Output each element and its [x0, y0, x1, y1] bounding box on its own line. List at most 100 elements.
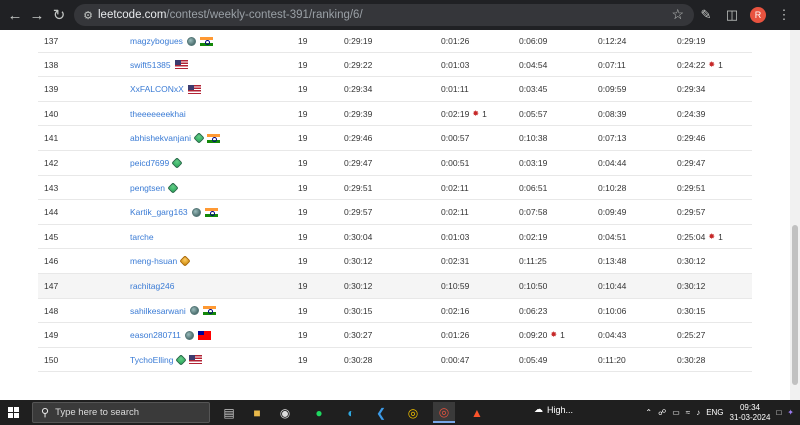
username-link[interactable]: pengtsen [130, 176, 179, 200]
table-row: 137 magzybogues 19 0:29:19 0:01:26 0:06:… [38, 30, 752, 53]
wifi-icon[interactable]: ≈ [686, 408, 690, 417]
q3-time: 0:10:06 [598, 305, 627, 316]
brave-browser-icon[interactable]: ▲ [466, 402, 488, 423]
menu-kebab-icon[interactable]: ⋮ [774, 5, 794, 25]
network-icon[interactable]: ☍ [658, 408, 666, 417]
username-link[interactable]: TychoElling [130, 348, 203, 372]
username-link[interactable]: sahilkesarwani [130, 299, 216, 323]
wrong-count: 1 [718, 231, 723, 242]
username[interactable]: theeeeeeekhai [130, 102, 186, 126]
wrong-submission-icon: ✸ [472, 108, 480, 118]
copilot-icon[interactable]: ✦ [787, 408, 794, 417]
file-explorer-icon[interactable]: ■ [246, 402, 268, 423]
username-link[interactable]: peicd7699 [130, 151, 183, 175]
username[interactable]: swift51385 [130, 53, 171, 77]
q2-time-value: 0:04:54 [519, 59, 548, 70]
username-link[interactable]: magzybogues [130, 30, 213, 53]
q4-time: 0:29:34 [677, 77, 705, 101]
clock-date: 31-03-2024 [729, 412, 771, 422]
finish-time: 0:30:27 [344, 330, 373, 341]
side-panel-icon[interactable]: ◫ [722, 5, 742, 25]
chrome-icon[interactable]: ◎ [402, 402, 424, 423]
chevron-up-icon[interactable]: ⌃ [645, 408, 652, 417]
back-arrow-icon[interactable]: ← [4, 4, 26, 26]
taskbar-search-box[interactable]: ⚲ Type here to search [32, 402, 210, 423]
username[interactable]: abhishekvanjani [130, 126, 191, 150]
username-link[interactable]: theeeeeeekhai [130, 102, 186, 126]
avatar: R [750, 7, 766, 23]
q3-time: 0:13:48 [598, 256, 627, 267]
system-tray: ⌃ ☍ ▭ ≈ ♪ ENG 09:34 31-03-2024 □ ✦ [645, 400, 800, 425]
chrome-active-window-icon[interactable]: ◎ [433, 402, 455, 423]
q2-time: 0:03:45 [519, 77, 547, 101]
username-link[interactable]: abhishekvanjani [130, 126, 220, 150]
username[interactable]: sahilkesarwani [130, 299, 186, 323]
q4-time: 0:24:39 [677, 102, 705, 126]
username[interactable]: rachitag246 [130, 274, 174, 298]
table-row: 139 XxFALCONxX 19 0:29:34 0:01:11 0:03:4… [38, 77, 752, 102]
username[interactable]: XxFALCONxX [130, 77, 184, 101]
rank: 143 [44, 182, 59, 193]
username-link[interactable]: eason280711 [130, 323, 211, 347]
q1-time: 0:00:57 [441, 126, 469, 150]
q1-time-value: 0:01:03 [441, 231, 470, 242]
wrong-submission-icon: ✸ [550, 330, 558, 340]
battery-icon[interactable]: ▭ [672, 408, 680, 417]
username[interactable]: meng-hsuan [130, 249, 177, 273]
url-host: leetcode.com [98, 9, 167, 21]
username[interactable]: Kartik_garg163 [130, 200, 188, 224]
q2-time: 0:05:57 [519, 102, 547, 126]
clock[interactable]: 09:34 31-03-2024 [730, 403, 771, 423]
finish-time: 0:29:46 [344, 133, 373, 144]
q2-time-value: 0:06:51 [519, 182, 548, 193]
username-link[interactable]: XxFALCONxX [130, 77, 201, 101]
q4-time-value: 0:30:12 [677, 280, 706, 291]
q2-time: 0:04:54 [519, 53, 547, 77]
username-link[interactable]: swift51385 [130, 53, 188, 77]
forward-arrow-icon[interactable]: → [26, 4, 48, 26]
task-view-icon[interactable]: ▤ [218, 402, 240, 423]
vscode-icon[interactable]: ❮ [370, 402, 392, 423]
q1-time-value: 0:01:26 [441, 36, 470, 46]
scrollbar-thumb[interactable] [792, 225, 798, 385]
username[interactable]: eason280711 [130, 323, 181, 347]
finish-time: 0:30:28 [344, 354, 373, 365]
q3-time: 0:10:28 [598, 182, 627, 193]
edge-browser-icon[interactable]: ◐ [340, 402, 362, 423]
score: 19 [298, 207, 308, 218]
username-link[interactable]: meng-hsuan [130, 249, 191, 273]
extensions-icon[interactable]: ✎ [696, 5, 716, 25]
rank: 137 [44, 36, 59, 46]
username-link[interactable]: tarche [130, 225, 154, 249]
address-bar[interactable]: ⚙ leetcode.com/contest/weekly-contest-39… [74, 4, 694, 26]
bookmark-star-icon[interactable]: ☆ [671, 6, 684, 23]
q2-time-value: 0:07:58 [519, 207, 548, 218]
spotify-icon[interactable]: ● [308, 402, 330, 423]
username-link[interactable]: rachitag246 [130, 274, 174, 298]
guardian-badge-icon [184, 330, 194, 340]
q3-time: 0:10:44 [598, 280, 627, 291]
guardian-badge-icon [189, 306, 199, 316]
volume-icon[interactable]: ♪ [696, 408, 700, 417]
reload-icon[interactable]: ↻ [48, 4, 70, 26]
q1-time-value: 0:02:31 [441, 256, 470, 267]
username[interactable]: magzybogues [130, 30, 183, 53]
start-button[interactable] [0, 400, 26, 425]
site-info-icon[interactable]: ⚙ [78, 9, 98, 22]
profile-button[interactable]: R [748, 5, 768, 25]
username-link[interactable]: Kartik_garg163 [130, 200, 218, 224]
wrong-submission-icon: ✸ [708, 59, 716, 69]
username[interactable]: pengtsen [130, 176, 165, 200]
q3-time: 0:07:11 [598, 59, 626, 70]
url-text[interactable]: leetcode.com/contest/weekly-contest-391/… [98, 9, 363, 21]
dell-app-icon[interactable]: ◉ [274, 402, 296, 423]
page-scrollbar[interactable] [790, 30, 800, 400]
notification-icon[interactable]: □ [776, 408, 781, 417]
username[interactable]: peicd7699 [130, 151, 169, 175]
q2-time-value: 0:10:50 [519, 280, 548, 291]
weather-widget[interactable]: ☁ High... [534, 404, 573, 415]
language-indicator[interactable]: ENG [706, 408, 723, 417]
username[interactable]: tarche [130, 225, 154, 249]
rank: 141 [44, 133, 59, 144]
username[interactable]: TychoElling [130, 348, 173, 372]
